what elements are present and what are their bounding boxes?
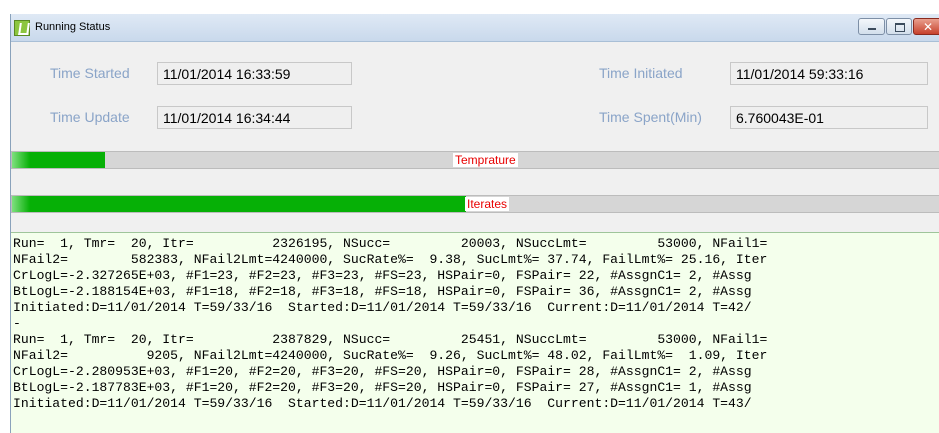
log-line: Initiated:D=11/01/2014 T=59/33/16 Starte…	[13, 300, 752, 315]
temperature-progress-label: Temprature	[453, 153, 518, 167]
app-icon	[14, 20, 30, 36]
time-started-label: Time Started	[50, 65, 130, 81]
title-bar[interactable]: Running Status ✕	[11, 14, 939, 42]
log-line: -	[13, 316, 21, 331]
close-button[interactable]: ✕	[913, 18, 939, 35]
log-line: Initiated:D=11/01/2014 T=59/33/16 Starte…	[13, 396, 752, 411]
time-spent-field: 6.760043E-01	[730, 106, 928, 129]
temperature-progress-bar: Temprature	[11, 151, 939, 169]
minimize-icon	[868, 28, 876, 30]
iterates-progress-bar: Iterates	[11, 195, 939, 213]
iterates-progress-fill	[12, 196, 467, 212]
maximize-button[interactable]	[886, 18, 912, 35]
time-initiated-field: 11/01/2014 59:33:16	[730, 62, 928, 85]
running-status-window: Running Status ✕ Time Started 11/01/2014…	[10, 14, 939, 433]
time-update-label: Time Update	[50, 109, 130, 125]
log-line: Run= 1, Tmr= 20, Itr= 2387829, NSucc= 25…	[13, 332, 768, 347]
close-icon: ✕	[923, 20, 934, 34]
minimize-button[interactable]	[858, 18, 885, 35]
log-line: NFail2= 9205, NFail2Lmt=4240000, SucRate…	[13, 348, 768, 363]
log-line: CrLogL=-2.280953E+03, #F1=20, #F2=20, #F…	[13, 364, 752, 379]
time-initiated-label: Time Initiated	[599, 65, 683, 81]
log-line: BtLogL=-2.187783E+03, #F1=20, #F2=20, #F…	[13, 380, 752, 395]
window-title: Running Status	[35, 21, 111, 33]
time-started-field: 11/01/2014 16:33:59	[157, 62, 352, 85]
log-output[interactable]: Run= 1, Tmr= 20, Itr= 2326195, NSucc= 20…	[11, 232, 939, 433]
log-line: CrLogL=-2.327265E+03, #F1=23, #F2=23, #F…	[13, 268, 752, 283]
log-line: Run= 1, Tmr= 20, Itr= 2326195, NSucc= 20…	[13, 236, 768, 251]
time-spent-label: Time Spent(Min)	[599, 109, 702, 125]
maximize-icon	[895, 23, 905, 32]
time-update-field: 11/01/2014 16:34:44	[157, 106, 352, 129]
log-line: BtLogL=-2.188154E+03, #F1=18, #F2=18, #F…	[13, 284, 752, 299]
log-line: NFail2= 582383, NFail2Lmt=4240000, SucRa…	[13, 252, 768, 267]
iterates-progress-label: Iterates	[465, 197, 510, 211]
temperature-progress-fill	[12, 152, 105, 168]
